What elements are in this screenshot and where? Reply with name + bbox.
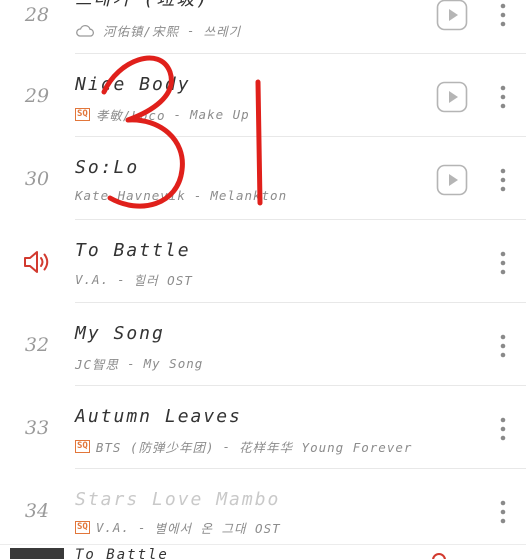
play-circle-icon[interactable] bbox=[436, 81, 468, 113]
song-subtitle: JC智思 - My Song bbox=[75, 354, 203, 373]
separator: - bbox=[127, 356, 136, 371]
album-name: My Song bbox=[143, 356, 204, 371]
play-pause-icon[interactable] bbox=[432, 553, 446, 559]
separator: - bbox=[173, 107, 183, 122]
play-circle-icon[interactable] bbox=[436, 0, 468, 31]
mini-player[interactable]: To Battle bbox=[0, 544, 526, 559]
artist-name: 河佑镇/宋熙 bbox=[103, 24, 180, 39]
album-name: Make Up bbox=[190, 107, 250, 122]
more-vertical-icon[interactable] bbox=[496, 2, 510, 28]
song-title: So:Lo bbox=[75, 157, 140, 178]
song-title: To Battle bbox=[75, 240, 191, 261]
song-title: 쓰레기 (垃圾) bbox=[75, 0, 209, 11]
album-name: 별에서 온 그대 OST bbox=[154, 521, 281, 536]
artist-name: Kate Havnevik bbox=[75, 188, 186, 203]
track-number: 34 bbox=[24, 500, 50, 522]
sq-badge: SQ bbox=[75, 440, 90, 453]
song-subtitle: SQ 孝敏/Loco - Make Up bbox=[75, 105, 250, 124]
album-name: 힐러 OST bbox=[133, 273, 193, 288]
artist-name: BTS (防弹少年团) bbox=[95, 440, 215, 455]
song-row[interactable]: 32 My Song JC智思 - My Song bbox=[0, 303, 526, 386]
artist-name: 孝敏/Loco bbox=[95, 108, 166, 123]
album-name: Melankton bbox=[210, 188, 288, 203]
song-row[interactable]: 34 Stars Love Mambo SQ V.A. - 별에서 온 그대 O… bbox=[0, 469, 526, 552]
album-name: 花样年华 Young Forever bbox=[239, 440, 413, 455]
track-number: 33 bbox=[24, 417, 50, 439]
cloud-icon bbox=[76, 24, 94, 37]
separator: - bbox=[117, 272, 126, 287]
artist-name: JC智思 bbox=[75, 357, 120, 372]
more-vertical-icon[interactable] bbox=[496, 250, 510, 276]
separator: - bbox=[222, 439, 232, 454]
song-title: Nice Body bbox=[75, 74, 191, 95]
song-row-playing[interactable]: To Battle V.A. - 힐러 OST bbox=[0, 220, 526, 303]
song-title: My Song bbox=[75, 323, 165, 344]
song-title: Stars Love Mambo bbox=[75, 489, 281, 510]
song-subtitle: V.A. - 힐러 OST bbox=[75, 270, 193, 289]
mini-player-title: To Battle bbox=[75, 547, 169, 559]
artist-name: V.A. bbox=[75, 272, 110, 287]
artist-name: V.A. bbox=[95, 520, 130, 535]
more-vertical-icon[interactable] bbox=[496, 416, 510, 442]
song-subtitle: 河佑镇/宋熙 - 쓰레기 bbox=[75, 21, 241, 40]
song-subtitle: Kate Havnevik - Melankton bbox=[75, 188, 287, 203]
song-row[interactable]: 33 Autumn Leaves SQ BTS (防弹少年团) - 花样年华 Y… bbox=[0, 386, 526, 469]
track-number: 32 bbox=[24, 334, 50, 356]
track-number: 30 bbox=[24, 168, 50, 190]
more-vertical-icon[interactable] bbox=[496, 499, 510, 525]
song-subtitle: SQ BTS (防弹少年团) - 花样年华 Young Forever bbox=[75, 437, 412, 456]
track-number: 28 bbox=[24, 4, 50, 26]
separator: - bbox=[193, 188, 203, 203]
sq-badge: SQ bbox=[75, 521, 90, 534]
album-cover[interactable] bbox=[10, 548, 64, 559]
sq-badge: SQ bbox=[75, 108, 90, 121]
song-subtitle: SQ V.A. - 별에서 온 그대 OST bbox=[75, 518, 281, 537]
more-vertical-icon[interactable] bbox=[496, 333, 510, 359]
track-number: 29 bbox=[24, 85, 50, 107]
more-vertical-icon[interactable] bbox=[496, 84, 510, 110]
separator: - bbox=[187, 23, 196, 38]
play-circle-icon[interactable] bbox=[436, 164, 468, 196]
song-row[interactable]: 29 Nice Body SQ 孝敏/Loco - Make Up bbox=[0, 54, 526, 137]
more-vertical-icon[interactable] bbox=[496, 167, 510, 193]
separator: - bbox=[137, 520, 147, 535]
speaker-icon bbox=[24, 251, 49, 273]
song-row[interactable]: 28 쓰레기 (垃圾) 河佑镇/宋熙 - 쓰레기 bbox=[0, 0, 526, 54]
song-title: Autumn Leaves bbox=[75, 406, 242, 427]
song-row[interactable]: 30 So:Lo Kate Havnevik - Melankton bbox=[0, 137, 526, 220]
album-name: 쓰레기 bbox=[203, 24, 242, 39]
